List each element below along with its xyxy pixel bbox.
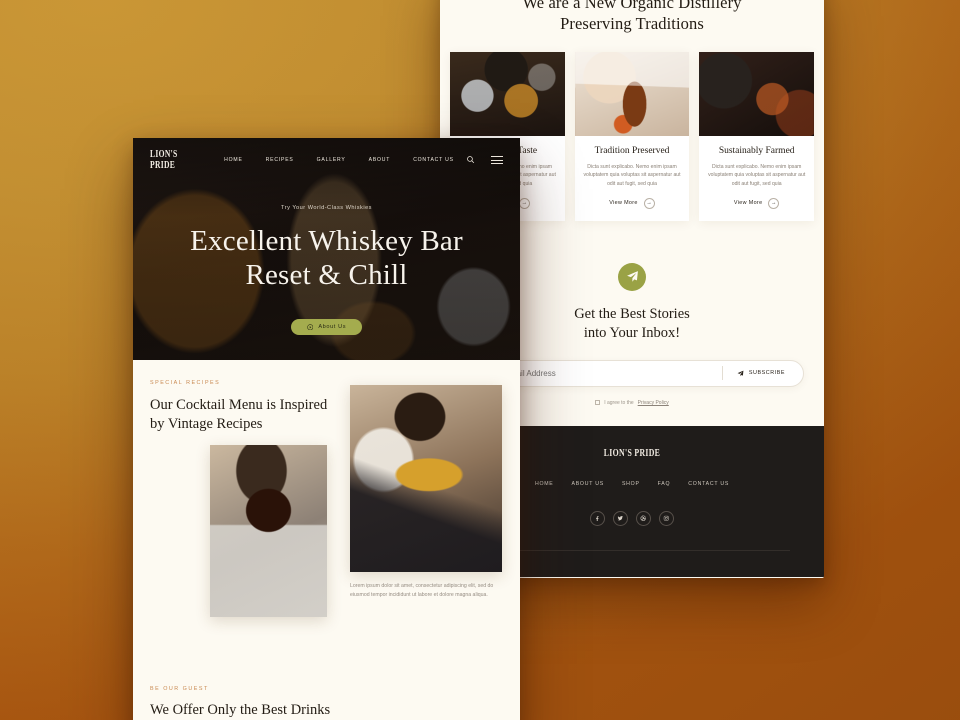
footer-nav-item-shop[interactable]: SHOP [622, 481, 640, 487]
about-heading-line-1: We are a New Organic Distillery [522, 0, 742, 12]
footer-nav-item-faq[interactable]: FAQ [658, 481, 671, 487]
nav-item-about[interactable]: ABOUT [369, 157, 391, 163]
feature-card-body: Sustainably Farmed Dicta sunt explicabo.… [699, 136, 814, 221]
whiskey-glasses-photo [450, 52, 565, 137]
paper-plane-icon [618, 262, 646, 291]
subscribe-button[interactable]: SUBSCRIBE [723, 370, 799, 377]
consent-checkbox[interactable] [595, 400, 601, 406]
view-more-label: View More [609, 200, 638, 207]
hamburger-menu-icon[interactable] [491, 156, 503, 164]
instagram-icon[interactable] [659, 510, 674, 526]
cocktail-glass-photo [210, 445, 327, 617]
guest-section: BE OUR GUEST We Offer Only the Best Drin… [133, 672, 520, 719]
header-actions [466, 151, 503, 169]
feature-card-title: Sustainably Farmed [718, 146, 795, 157]
newsletter-heading-line-2: into Your Inbox! [583, 325, 681, 342]
hero-content: Try Your World-Class Whiskies Excellent … [133, 171, 520, 336]
view-more-label: View More [733, 200, 763, 207]
footer-nav-item-home[interactable]: HOME [535, 481, 554, 487]
feature-card[interactable]: Sustainably Farmed Dicta sunt explicabo.… [699, 52, 815, 221]
view-more-button[interactable]: View More → [583, 197, 682, 209]
search-icon[interactable] [466, 151, 475, 169]
dribbble-icon[interactable] [636, 510, 651, 526]
bartender-pouring-photo [350, 385, 502, 572]
subscribe-label: SUBSCRIBE [748, 370, 785, 377]
whiskey-bottle-photo [574, 52, 690, 137]
nav-item-gallery[interactable]: GALLERY [317, 157, 346, 163]
footer-nav-item-contact-us[interactable]: CONTACT US [688, 481, 729, 487]
hero-title: Excellent Whiskey Bar Reset & Chill [133, 225, 520, 293]
feature-card-text: Dicta sunt explicabo. Nemo enim ipsam vo… [583, 164, 681, 187]
twitter-icon[interactable] [613, 510, 628, 526]
recipes-paragraph: Lorem ipsum dolor sit amet, consectetur … [350, 583, 494, 599]
play-circle-icon [307, 324, 314, 331]
nav-item-recipes[interactable]: RECIPES [266, 157, 294, 163]
view-more-button[interactable]: View More → [707, 197, 806, 209]
footer-divider [474, 549, 790, 551]
arrow-right-icon: → [519, 197, 531, 209]
arrow-right-icon: → [768, 197, 780, 209]
site-header: LION'S PRIDE HOME RECIPES GALLERY ABOUT … [133, 138, 520, 171]
recipes-title: Our Cocktail Menu is Inspired by Vintage… [150, 397, 328, 433]
feature-card-title: Tradition Preserved [594, 146, 670, 157]
feature-card[interactable]: Tradition Preserved Dicta sunt explicabo… [574, 52, 690, 221]
recipes-section: SPECIAL RECIPES Our Cocktail Menu is Ins… [133, 360, 520, 672]
about-heading: We are a New Organic Distillery Preservi… [470, 0, 794, 34]
send-icon [737, 370, 744, 377]
arrow-right-icon: → [643, 197, 655, 209]
facebook-icon[interactable] [590, 510, 605, 526]
hero-section: LION'S PRIDE HOME RECIPES GALLERY ABOUT … [133, 138, 520, 360]
hero-subtitle: Try Your World-Class Whiskies [281, 205, 372, 211]
guest-eyebrow: BE OUR GUEST [150, 686, 209, 692]
main-nav: HOME RECIPES GALLERY ABOUT CONTACT US [212, 157, 466, 163]
nav-item-contact-us[interactable]: CONTACT US [413, 157, 454, 163]
about-intro-section: We are a New Organic Distillery Preservi… [440, 0, 824, 49]
hero-title-line-2: Reset & Chill [245, 258, 408, 291]
toasting-people-photo [699, 52, 815, 137]
nav-item-home[interactable]: HOME [224, 157, 242, 163]
about-us-button[interactable]: About Us [290, 318, 363, 336]
guest-title: We Offer Only the Best Drinks [150, 702, 331, 718]
footer-logo[interactable]: LION'S PRIDE [498, 448, 766, 459]
feature-card-body: Tradition Preserved Dicta sunt explicabo… [575, 136, 690, 221]
hero-title-line-1: Excellent Whiskey Bar [190, 225, 463, 257]
consent-text: I agree to the [604, 399, 634, 406]
about-heading-line-2: Preserving Traditions [560, 14, 704, 34]
front-website-panel: LION'S PRIDE HOME RECIPES GALLERY ABOUT … [133, 138, 520, 720]
newsletter-heading-line-1: Get the Best Stories [574, 305, 690, 322]
about-us-button-label: About Us [318, 324, 347, 331]
feature-card-text: Dicta sunt explicabo. Nemo enim ipsam vo… [708, 164, 806, 187]
footer-nav-item-about-us[interactable]: ABOUT US [572, 481, 604, 487]
site-logo[interactable]: LION'S PRIDE [150, 149, 197, 171]
privacy-policy-link[interactable]: Privacy Policy [638, 400, 669, 406]
